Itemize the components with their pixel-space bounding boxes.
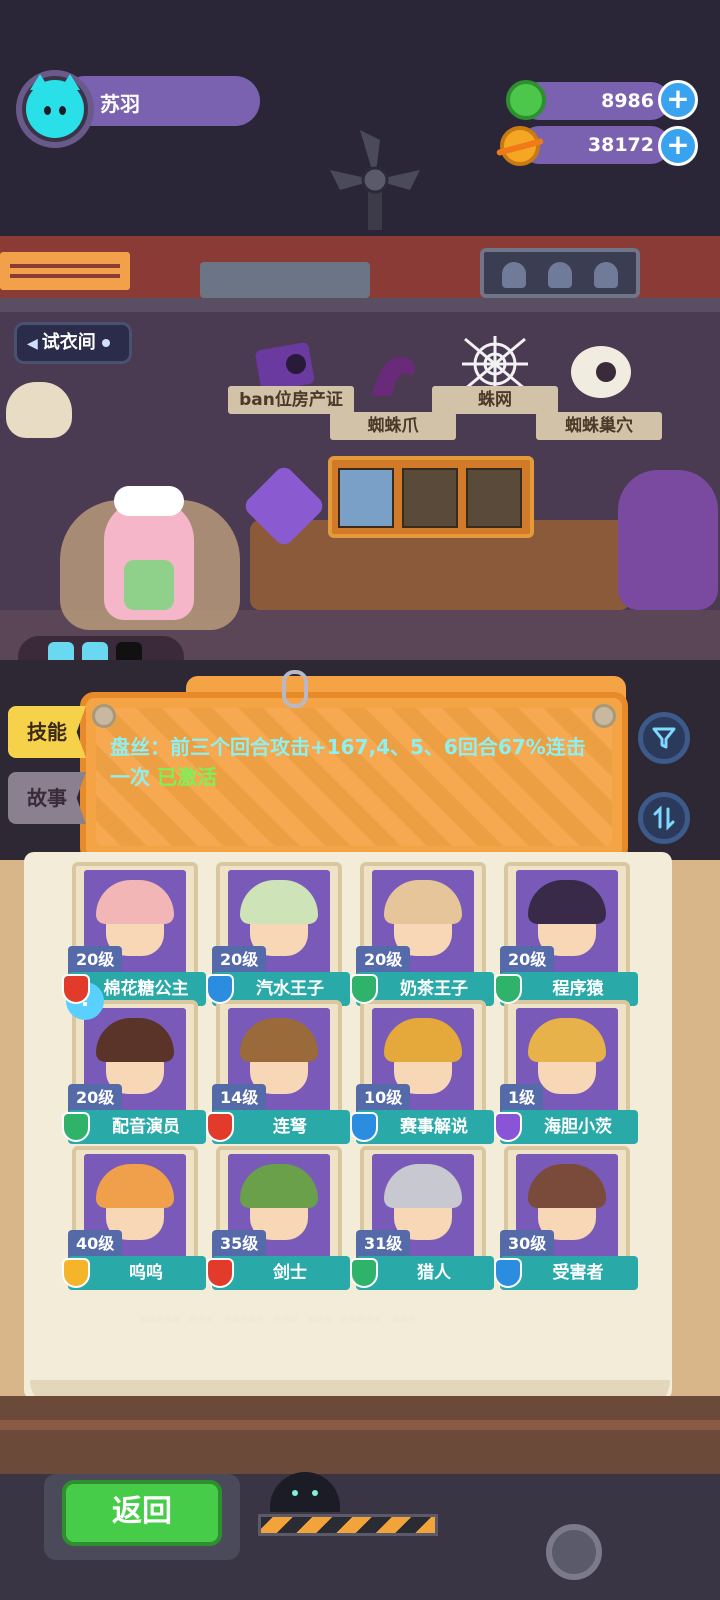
character-avatar[interactable] — [104, 486, 194, 620]
character-card[interactable]: 14级 连弩 — [206, 1000, 350, 1144]
frame-slot-mushrooms — [466, 468, 522, 528]
filter-button[interactable] — [638, 712, 690, 764]
blurred-caption: ····· ··· ····· ··· ··· ····· ··· — [140, 1310, 418, 1330]
ghost-display-panel — [480, 248, 640, 298]
character-card[interactable]: 31级 猎人 — [350, 1146, 494, 1290]
spider-claw-item-icon[interactable] — [362, 346, 432, 406]
bolt-icon — [92, 704, 116, 728]
swap-arrows-icon — [653, 805, 675, 831]
character-level: 40级 — [68, 1230, 123, 1258]
character-level: 20级 — [356, 946, 411, 974]
add-gems-button[interactable]: + — [658, 80, 698, 120]
spider-nest-item-icon[interactable] — [566, 342, 636, 402]
book-base — [0, 1396, 720, 1474]
collection-frame[interactable] — [328, 456, 534, 538]
frame-slot-mushrooms — [402, 468, 458, 528]
spider-web-item-icon[interactable] — [460, 334, 530, 394]
tab-story[interactable]: 故事 — [8, 772, 86, 824]
character-level: 20级 — [212, 946, 267, 974]
yellow-shield-icon — [62, 1258, 90, 1288]
potion-bottle-icon — [618, 470, 718, 610]
dot-icon — [101, 339, 110, 347]
item-label-spider-nest: 蜘蛛巢穴 — [536, 412, 662, 440]
cat-face-icon[interactable] — [26, 74, 84, 138]
character-level: 20级 — [68, 1084, 123, 1112]
skill-description: 盘丝：前三个回合攻击+167,4、5、6回合67%连击一次 已激活 — [110, 732, 600, 792]
machine-panel — [200, 262, 370, 298]
character-level: 10级 — [356, 1084, 411, 1112]
green-shield-icon — [350, 1258, 378, 1288]
fitting-room-label: 试衣间 — [41, 332, 96, 353]
character-card[interactable]: 20级 汽水王子 — [206, 862, 350, 1006]
green-shield-icon — [62, 1112, 90, 1142]
item-label-spider-web: 蛛网 — [432, 386, 558, 414]
item-label-spider-claw: 蜘蛛爪 — [330, 412, 456, 440]
character-level: 20级 — [68, 946, 123, 974]
player-name: 苏羽 — [100, 92, 140, 116]
vent-panel — [0, 252, 130, 290]
skull-decoration-icon — [6, 382, 72, 438]
ceiling-fan-icon — [330, 130, 420, 230]
item-label-house-deed: ban位房产证 — [228, 386, 354, 414]
character-card[interactable]: 10级 赛事解说 — [350, 1000, 494, 1144]
character-level: 20级 — [500, 946, 555, 974]
paperclip-icon — [282, 670, 308, 708]
shelf-edge — [0, 298, 720, 312]
skill-status: 已激活 — [156, 765, 217, 789]
blue-shield-icon — [350, 1112, 378, 1142]
triangle-left-icon: ◀ — [27, 336, 38, 352]
character-card[interactable]: 1级 海胆小茨 — [494, 1000, 638, 1144]
return-button[interactable]: 返回 — [62, 1480, 222, 1546]
red-shield-icon — [206, 1258, 234, 1288]
blue-shield-icon — [206, 974, 234, 1004]
character-level: 30级 — [500, 1230, 555, 1258]
sort-button[interactable] — [638, 792, 690, 844]
character-card[interactable]: 40级 呜呜 — [62, 1146, 206, 1290]
character-level: 35级 — [212, 1230, 267, 1258]
character-level: 1级 — [500, 1084, 544, 1112]
fitting-room-button[interactable]: ◀ 试衣间 — [14, 322, 132, 364]
character-card[interactable]: 20级 奶茶王子 — [350, 862, 494, 1006]
character-level: 14级 — [212, 1084, 267, 1112]
purple-shield-icon — [494, 1112, 522, 1142]
red-shield-icon — [206, 1112, 234, 1142]
hazard-stripe — [258, 1514, 438, 1536]
green-shield-icon — [350, 974, 378, 1004]
blue-shield-icon — [494, 1258, 522, 1288]
green-shield-icon — [494, 974, 522, 1004]
red-shield-icon — [62, 974, 90, 1004]
gem-count: 8986 — [601, 90, 654, 112]
funnel-icon — [652, 727, 676, 749]
bolt-icon — [592, 704, 616, 728]
character-level: 31级 — [356, 1230, 411, 1258]
character-card[interactable]: 20级 配音演员 — [62, 1000, 206, 1144]
book-base-stripe — [0, 1420, 720, 1430]
tab-skill[interactable]: 技能 — [8, 706, 86, 758]
character-card[interactable]: 20级 棉花糖公主 — [62, 862, 206, 1006]
gear-icon — [546, 1524, 602, 1580]
coin-count: 38172 — [587, 134, 654, 156]
character-card[interactable]: 30级 受害者 — [494, 1146, 638, 1290]
frame-slot-character — [338, 468, 394, 528]
character-card[interactable]: 20级 程序猿 — [494, 862, 638, 1006]
character-card[interactable]: 35级 剑士 — [206, 1146, 350, 1290]
add-coins-button[interactable]: + — [658, 126, 698, 166]
